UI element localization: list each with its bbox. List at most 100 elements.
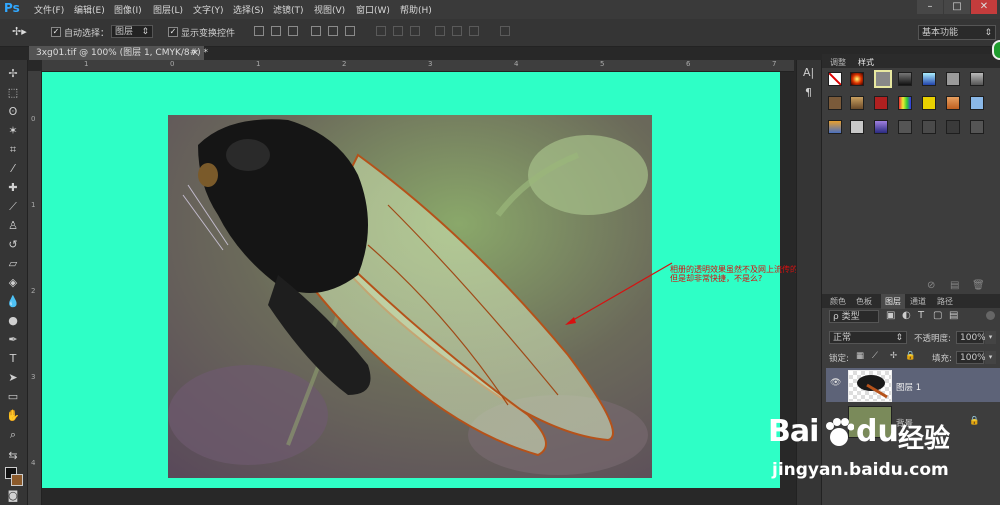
layer-row-selected[interactable]: 👁 图层 1 bbox=[826, 368, 1000, 402]
layer-filter-dropdown[interactable]: ρ 类型 bbox=[829, 310, 879, 323]
filter-adjust-icon[interactable]: ◐ bbox=[902, 310, 911, 321]
auto-select-dropdown[interactable]: 图层 ⇕ bbox=[111, 25, 153, 38]
auto-align-icon[interactable] bbox=[500, 26, 510, 36]
blur-tool-icon[interactable]: 💧 bbox=[5, 294, 21, 310]
type-tool-icon[interactable]: T bbox=[5, 351, 21, 367]
distribute-hcenter-icon[interactable] bbox=[452, 26, 462, 36]
style-swatch[interactable] bbox=[970, 72, 984, 86]
fill-arrow-icon[interactable]: ▾ bbox=[985, 351, 996, 364]
align-vcenter-icon[interactable] bbox=[271, 26, 281, 36]
minimize-button[interactable]: – bbox=[917, 0, 943, 14]
style-swatch[interactable] bbox=[898, 72, 912, 86]
character-panel-icon[interactable]: A| bbox=[803, 66, 814, 79]
fill-input[interactable]: 100% bbox=[956, 351, 986, 364]
zoom-tool-icon[interactable]: ⌕ bbox=[5, 427, 21, 443]
close-button[interactable]: ✕ bbox=[971, 0, 997, 14]
lock-brush-icon[interactable]: ⟋ bbox=[872, 351, 878, 361]
tab-paths[interactable]: 路径 bbox=[937, 296, 953, 307]
style-swatch[interactable] bbox=[922, 72, 936, 86]
crop-tool-icon[interactable]: ⌗ bbox=[5, 142, 21, 158]
clone-stamp-tool-icon[interactable]: ♙ bbox=[5, 218, 21, 234]
visibility-eye-icon[interactable]: 👁 bbox=[830, 378, 841, 388]
filter-toggle[interactable] bbox=[986, 311, 995, 320]
eraser-tool-icon[interactable]: ▱ bbox=[5, 256, 21, 272]
style-swatch[interactable] bbox=[970, 96, 984, 110]
magic-wand-tool-icon[interactable]: ✶ bbox=[5, 123, 21, 139]
hand-tool-icon[interactable]: ✋ bbox=[5, 408, 21, 424]
dodge-tool-icon[interactable]: ● bbox=[5, 313, 21, 329]
clear-style-icon[interactable]: ⊘ bbox=[927, 280, 935, 291]
style-swatch[interactable] bbox=[828, 96, 842, 110]
swap-colors-icon[interactable]: ⇆ bbox=[5, 448, 21, 464]
style-swatch[interactable] bbox=[850, 72, 864, 86]
distribute-right-icon[interactable] bbox=[469, 26, 479, 36]
style-swatch-selected[interactable] bbox=[874, 70, 892, 88]
style-swatch[interactable] bbox=[922, 120, 936, 134]
menu-file[interactable]: 文件(F) bbox=[34, 3, 64, 16]
align-left-icon[interactable] bbox=[311, 26, 321, 36]
menu-type[interactable]: 文字(Y) bbox=[193, 3, 224, 16]
pen-tool-icon[interactable]: ✒ bbox=[5, 332, 21, 348]
tab-adjustments[interactable]: 调整 bbox=[830, 57, 846, 68]
marquee-tool-icon[interactable]: ⬚ bbox=[5, 85, 21, 101]
align-hcenter-icon[interactable] bbox=[328, 26, 338, 36]
style-swatch[interactable] bbox=[970, 120, 984, 134]
paint-bucket-tool-icon[interactable]: ◈ bbox=[5, 275, 21, 291]
style-swatch[interactable] bbox=[946, 96, 960, 110]
new-style-icon[interactable]: ▤ bbox=[950, 280, 959, 291]
eyedropper-tool-icon[interactable]: ⁄ bbox=[5, 161, 21, 177]
style-swatch[interactable] bbox=[946, 120, 960, 134]
distribute-bottom-icon[interactable] bbox=[410, 26, 420, 36]
filter-shape-icon[interactable]: ▢ bbox=[933, 310, 942, 321]
opacity-input[interactable]: 100% bbox=[956, 331, 986, 344]
menu-edit[interactable]: 编辑(E) bbox=[74, 3, 105, 16]
tab-styles[interactable]: 样式 bbox=[858, 57, 874, 68]
auto-select-checkbox[interactable]: ✓ bbox=[51, 27, 61, 37]
tab-channels[interactable]: 通道 bbox=[910, 296, 926, 307]
menu-image[interactable]: 图像(I) bbox=[114, 3, 142, 16]
opacity-arrow-icon[interactable]: ▾ bbox=[985, 331, 996, 344]
healing-brush-tool-icon[interactable]: ✚ bbox=[5, 180, 21, 196]
menu-layer[interactable]: 图层(L) bbox=[153, 3, 183, 16]
workspace-dropdown[interactable]: 基本功能 ⇕ bbox=[918, 25, 996, 40]
style-swatch[interactable] bbox=[922, 96, 936, 110]
lock-transparent-icon[interactable]: ▦ bbox=[856, 351, 864, 361]
delete-style-icon[interactable]: 🗑 bbox=[972, 280, 985, 291]
move-tool-icon[interactable]: ✢ bbox=[5, 66, 21, 82]
move-tool-icon[interactable]: ✢▸ bbox=[12, 25, 27, 38]
filter-type-icon[interactable]: T bbox=[918, 310, 924, 321]
menu-select[interactable]: 选择(S) bbox=[233, 3, 264, 16]
tab-swatches[interactable]: 色板 bbox=[856, 296, 872, 307]
menu-view[interactable]: 视图(V) bbox=[314, 3, 345, 16]
menu-window[interactable]: 窗口(W) bbox=[356, 3, 390, 16]
distribute-left-icon[interactable] bbox=[435, 26, 445, 36]
lock-all-icon[interactable]: 🔒 bbox=[905, 351, 916, 361]
menu-help[interactable]: 帮助(H) bbox=[400, 3, 432, 16]
quick-mask-icon[interactable]: ◙ bbox=[5, 488, 21, 504]
align-top-icon[interactable] bbox=[254, 26, 264, 36]
tab-layers[interactable]: 图层 bbox=[881, 294, 905, 309]
blend-mode-dropdown[interactable]: 正常 ⇕ bbox=[829, 331, 907, 344]
style-swatch[interactable] bbox=[898, 120, 912, 134]
style-swatch[interactable] bbox=[874, 96, 888, 110]
align-bottom-icon[interactable] bbox=[288, 26, 298, 36]
style-swatch[interactable] bbox=[850, 120, 864, 134]
close-document-icon[interactable]: × bbox=[191, 46, 199, 60]
brush-tool-icon[interactable]: ⟋ bbox=[5, 199, 21, 215]
path-selection-tool-icon[interactable]: ➤ bbox=[5, 370, 21, 386]
filter-smart-object-icon[interactable]: ▤ bbox=[949, 310, 958, 321]
lock-position-icon[interactable]: ✢ bbox=[890, 351, 897, 361]
style-none-swatch[interactable] bbox=[828, 72, 842, 86]
document-tab[interactable]: 3xg01.tif @ 100% (图层 1, CMYK/8#) * × bbox=[29, 46, 208, 60]
style-swatch[interactable] bbox=[874, 120, 888, 134]
tab-color[interactable]: 颜色 bbox=[830, 296, 846, 307]
distribute-top-icon[interactable] bbox=[376, 26, 386, 36]
distribute-vcenter-icon[interactable] bbox=[393, 26, 403, 36]
shape-tool-icon[interactable]: ▭ bbox=[5, 389, 21, 405]
background-color-swatch[interactable] bbox=[11, 474, 23, 486]
style-swatch[interactable] bbox=[898, 96, 912, 110]
show-transform-checkbox[interactable]: ✓ bbox=[168, 27, 178, 37]
history-brush-tool-icon[interactable]: ↺ bbox=[5, 237, 21, 253]
menu-filter[interactable]: 滤镜(T) bbox=[273, 3, 304, 16]
lasso-tool-icon[interactable]: ʘ bbox=[5, 104, 21, 120]
